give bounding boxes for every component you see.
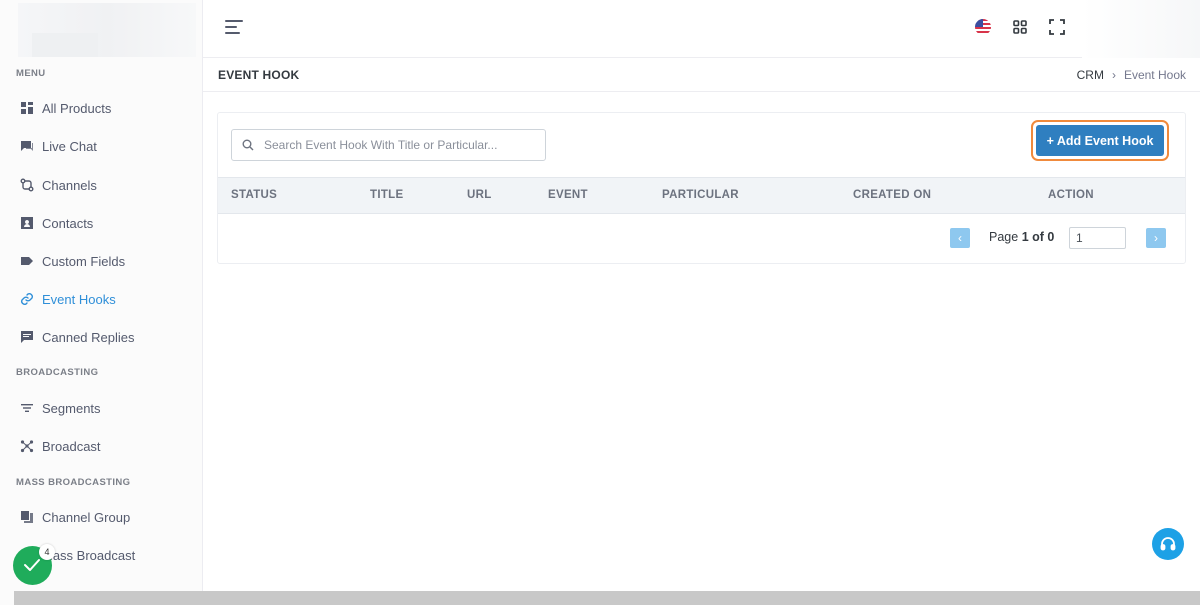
grid-icon — [21, 102, 33, 114]
add-event-hook-button[interactable]: + Add Event Hook — [1036, 125, 1164, 156]
sidebar: MENU All Products Live Chat Channels Con… — [0, 0, 203, 605]
sidebar-item-label: Contacts — [42, 215, 94, 231]
sidebar-item-live-chat[interactable]: Live Chat — [20, 135, 97, 157]
fullscreen-icon[interactable] — [1048, 18, 1066, 36]
section-title-broadcasting: BROADCASTING — [16, 367, 99, 378]
search-icon — [242, 139, 254, 151]
column-header-status[interactable]: STATUS — [231, 189, 277, 201]
git-compare-icon — [20, 178, 34, 192]
menu-toggle-icon[interactable] — [225, 20, 243, 36]
header-user-area[interactable] — [1082, 0, 1200, 58]
column-header-action: ACTION — [1048, 189, 1094, 201]
section-title-menu: MENU — [16, 68, 46, 79]
sidebar-item-segments[interactable]: Segments — [20, 397, 101, 419]
page-number-input[interactable] — [1069, 227, 1126, 249]
sidebar-item-event-hooks[interactable]: Event Hooks — [20, 288, 116, 310]
page-indicator: Page 1 of 0 — [989, 230, 1054, 244]
sidebar-item-custom-fields[interactable]: Custom Fields — [20, 250, 125, 272]
page-count: 1 of 0 — [1021, 230, 1055, 244]
sidebar-item-all-products[interactable]: All Products — [20, 97, 111, 119]
tag-icon — [21, 257, 33, 265]
sidebar-item-broadcast[interactable]: Broadcast — [20, 435, 101, 457]
sidebar-item-label: Event Hooks — [42, 291, 116, 307]
sidebar-item-label: Mass Broadcast — [42, 547, 136, 563]
check-icon — [24, 559, 40, 571]
brand-logo[interactable] — [18, 3, 196, 57]
message-square-icon — [21, 331, 33, 343]
chat-icon — [21, 141, 33, 151]
breadcrumb-root[interactable]: CRM — [1077, 68, 1104, 82]
apps-grid-icon[interactable] — [1011, 18, 1029, 36]
sidebar-item-canned-replies[interactable]: Canned Replies — [20, 326, 135, 348]
column-header-particular[interactable]: PARTICULAR — [662, 189, 739, 201]
sidebar-item-label: Broadcast — [42, 438, 101, 454]
section-title-mass-broadcasting: MASS BROADCASTING — [16, 477, 131, 488]
top-header — [203, 0, 1200, 58]
sidebar-item-channel-group[interactable]: Channel Group — [20, 506, 130, 528]
search-input[interactable] — [264, 138, 534, 152]
column-header-title[interactable]: TITLE — [370, 189, 403, 201]
sidebar-item-label: Channel Group — [42, 509, 131, 525]
headset-icon — [1160, 537, 1176, 551]
table-header: STATUS TITLE URL EVENT PARTICULAR CREATE… — [218, 177, 1185, 214]
sidebar-item-contacts[interactable]: Contacts — [20, 212, 93, 234]
breadcrumb-current: Event Hook — [1123, 68, 1186, 82]
sidebar-item-label: All Products — [42, 100, 112, 116]
sidebar-item-channels[interactable]: Channels — [20, 174, 97, 196]
sidebar-item-label: Segments — [42, 400, 101, 416]
sidebar-item-label: Canned Replies — [42, 329, 135, 345]
search-box — [231, 129, 546, 161]
link-icon — [21, 293, 33, 305]
page-title-bar: EVENT HOOK CRM › Event Hook — [203, 58, 1200, 92]
copy-icon — [21, 511, 33, 523]
prev-page-button[interactable]: ‹ — [950, 228, 970, 248]
column-header-url[interactable]: URL — [467, 189, 492, 201]
sidebar-item-label: Channels — [42, 177, 97, 193]
breadcrumb: CRM › Event Hook — [1077, 68, 1186, 82]
filter-icon — [21, 404, 33, 412]
column-header-event[interactable]: EVENT — [548, 189, 588, 201]
contact-card-icon — [21, 217, 33, 229]
sidebar-item-label: Custom Fields — [42, 253, 126, 269]
next-page-button[interactable]: › — [1146, 228, 1166, 248]
notification-badge: 4 — [39, 544, 55, 560]
page-title: EVENT HOOK — [218, 68, 300, 82]
page-prefix: Page — [989, 230, 1019, 244]
sidebar-item-label: Live Chat — [42, 138, 97, 154]
broadcast-icon — [20, 440, 34, 453]
us-flag-icon[interactable] — [974, 18, 992, 36]
breadcrumb-separator: › — [1111, 68, 1116, 82]
horizontal-scrollbar[interactable] — [14, 591, 1200, 605]
support-chat-button[interactable] — [1152, 528, 1184, 560]
event-hook-card: + Add Event Hook STATUS TITLE URL EVENT … — [217, 112, 1186, 264]
column-header-created-on[interactable]: CREATED ON — [853, 189, 931, 201]
add-button-highlight: + Add Event Hook — [1031, 120, 1169, 161]
